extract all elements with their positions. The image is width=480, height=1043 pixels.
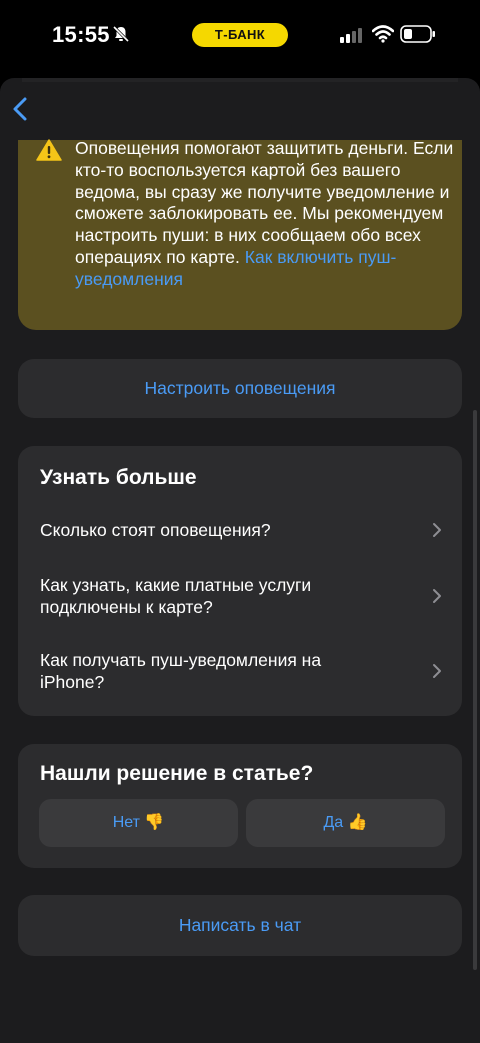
faq-item-paid-services[interactable]: Как узнать, какие платные услуги подключ… <box>40 574 441 618</box>
faq-item-label: Сколько стоят оповещения? <box>40 520 271 540</box>
status-bar: 15:55 Т-БАНК <box>0 0 480 70</box>
feedback-yes-button[interactable]: Да 👍 <box>246 799 445 847</box>
write-to-chat-label: Написать в чат <box>178 915 302 935</box>
signal-icon <box>340 28 362 43</box>
faq-item-label: Как узнать, какие платные услуги подключ… <box>40 575 312 617</box>
learn-more-card: Узнать больше Сколько стоят оповещения? … <box>18 446 462 716</box>
feedback-title: Нашли решение в статье? <box>40 762 314 785</box>
faq-item-label: Как получать пуш-уведомления на iPhone? <box>40 650 322 692</box>
setup-notifications-label: Настроить оповещения <box>144 378 336 398</box>
warning-text: Оповещения помогают защитить деньги. Есл… <box>75 138 455 291</box>
bank-pill: Т-БАНК <box>192 23 288 47</box>
back-chevron-icon[interactable] <box>8 94 36 124</box>
scroll-indicator[interactable] <box>473 410 477 970</box>
wifi-icon <box>372 25 394 43</box>
bell-slash-icon <box>112 25 130 43</box>
feedback-card: Нашли решение в статье? Нет 👎 Да 👍 <box>18 744 462 868</box>
status-time: 15:55 <box>52 22 110 47</box>
faq-item-cost[interactable]: Сколько стоят оповещения? <box>40 519 441 541</box>
chevron-right-icon <box>433 589 441 603</box>
feedback-no-button[interactable]: Нет 👎 <box>39 799 238 847</box>
sheet-top-strip <box>22 78 458 82</box>
learn-more-title: Узнать больше <box>40 466 197 489</box>
battery-icon <box>400 25 435 43</box>
write-to-chat-button[interactable]: Написать в чат <box>18 895 462 956</box>
faq-item-push-iphone[interactable]: Как получать пуш-уведомления на iPhone? <box>40 649 441 693</box>
setup-notifications-button[interactable]: Настроить оповещения <box>18 359 462 418</box>
warning-triangle-icon <box>36 139 62 161</box>
chevron-right-icon <box>433 664 441 678</box>
chevron-right-icon <box>433 523 441 537</box>
